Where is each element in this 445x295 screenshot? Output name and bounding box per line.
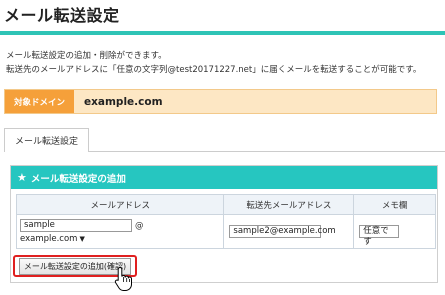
- target-domain-label: 対象ドメイン: [5, 90, 75, 113]
- memo-input[interactable]: 任意です: [359, 225, 400, 247]
- add-forwarding-title: メール転送設定の追加: [30, 173, 126, 185]
- star-icon: ★: [17, 171, 27, 184]
- column-header-forward-to: 転送先メールアドレス: [223, 194, 355, 215]
- table-row: sample @ example.com ▼ sample2@example.com…: [15, 214, 436, 249]
- add-forwarding-header: ★ メール転送設定の追加: [11, 166, 437, 189]
- hand-cursor-icon: [114, 266, 132, 291]
- target-domain-bar: 対象ドメイン example.com: [4, 89, 437, 114]
- forward-to-cell: sample2@example.com: [223, 214, 355, 249]
- forwarding-table: メールアドレス 転送先メールアドレス メモ欄 sample @ example.c…: [15, 194, 436, 249]
- table-header-row: メールアドレス 転送先メールアドレス メモ欄: [15, 194, 436, 215]
- local-part-input[interactable]: sample: [20, 219, 132, 232]
- domain-select[interactable]: example.com ▼: [20, 234, 85, 244]
- memo-cell: 任意です: [353, 214, 436, 249]
- tab-mail-forwarding[interactable]: メール転送設定: [4, 128, 89, 152]
- target-domain-value: example.com: [84, 95, 163, 108]
- at-sign: @: [135, 221, 144, 231]
- column-header-memo: メモ欄: [353, 194, 436, 215]
- mail-address-cell: sample @ example.com ▼: [15, 214, 225, 249]
- description-line-2: 転送先のメールアドレスに「任意の文字列@test20171227.net」に届く…: [6, 65, 422, 75]
- forward-to-input[interactable]: sample2@example.com: [229, 225, 336, 238]
- title-divider: [0, 31, 445, 35]
- description-line-1: メール転送設定の追加・削除ができます。: [6, 51, 167, 61]
- page-title: メール転送設定: [4, 6, 120, 25]
- domain-select-value: example.com: [20, 234, 78, 244]
- chevron-down-icon: ▼: [79, 235, 85, 243]
- column-header-mail-address: メールアドレス: [15, 194, 225, 215]
